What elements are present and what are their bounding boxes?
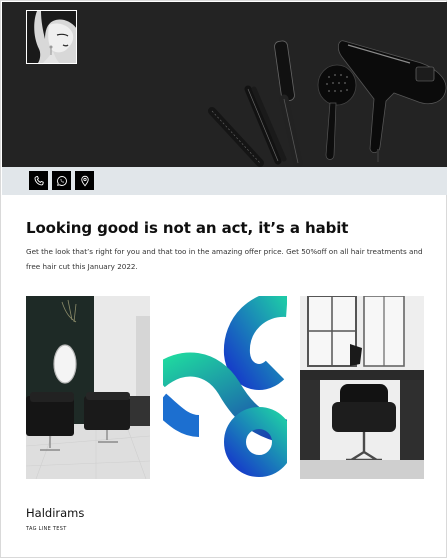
phone-icon <box>34 175 44 185</box>
offer-description: Get the look that’s right for you and th… <box>26 247 423 271</box>
round-brush-icon <box>208 107 264 167</box>
brand-name: Haldirams <box>26 506 85 520</box>
location-button[interactable] <box>75 171 94 190</box>
salon-chair-icon <box>300 296 424 479</box>
phone-button[interactable] <box>29 171 48 190</box>
avatar[interactable] <box>26 10 77 64</box>
page-frame: Looking good is not an act, it’s a habit… <box>0 0 447 558</box>
brand-logo-icon <box>163 296 287 479</box>
whatsapp-icon <box>56 175 67 186</box>
whatsapp-button[interactable] <box>52 171 71 190</box>
contact-bar <box>2 167 447 195</box>
hair-tools-image <box>208 40 447 167</box>
offer-headline: Looking good is not an act, it’s a habit <box>26 219 349 237</box>
header-banner <box>2 2 447 167</box>
gallery-image-salon-chair[interactable] <box>300 296 424 479</box>
paddle-brush-icon <box>317 64 357 160</box>
gallery-image-logo[interactable] <box>163 296 287 479</box>
salon-interior-icon <box>26 296 150 479</box>
hair-dryer-icon <box>338 40 447 162</box>
woman-portrait-icon <box>27 11 76 63</box>
gallery-image-salon-interior[interactable] <box>26 296 150 479</box>
location-pin-icon <box>80 175 89 186</box>
brand-tagline: TAG LINE TEST <box>26 526 67 532</box>
